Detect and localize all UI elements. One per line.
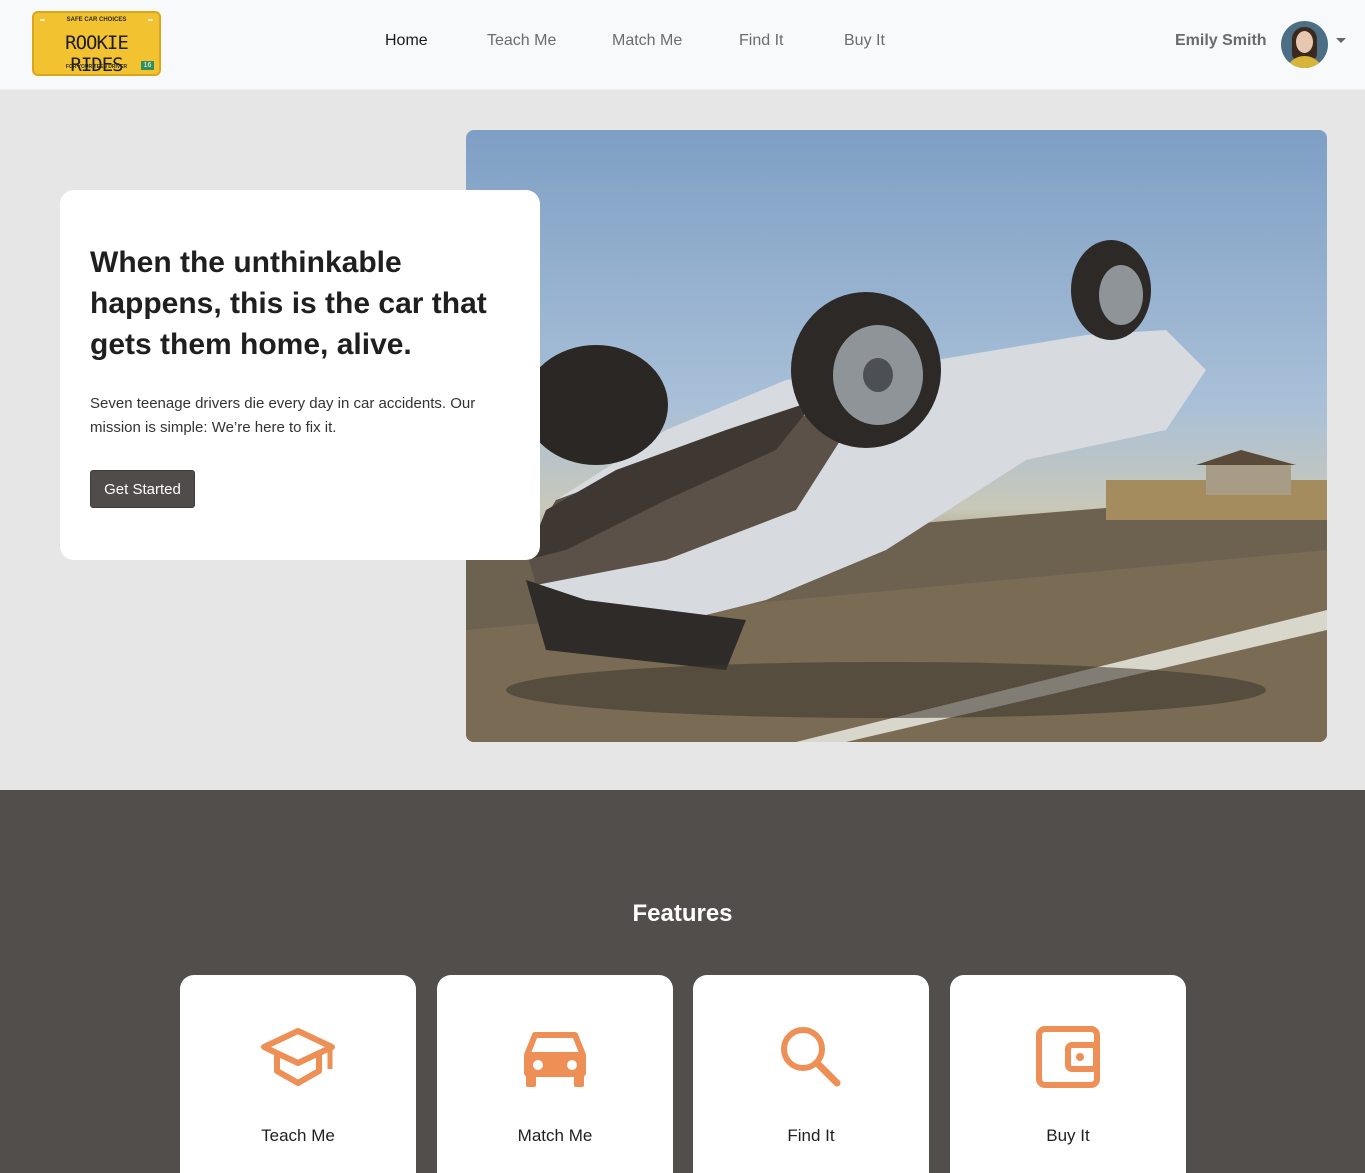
get-started-button[interactable]: Get Started [90,470,195,508]
user-avatar[interactable] [1281,21,1328,68]
feature-card-find-it[interactable]: Find It [693,975,929,1173]
caret-down-icon[interactable] [1336,38,1346,43]
features-section: Features Teach Me Match Me Find It Buy I… [0,790,1365,1173]
hero-card: When the unthinkable happens, this is th… [60,190,540,560]
nav-buy-it[interactable]: Buy It [844,32,885,50]
hero-description: Seven teenage drivers die every day in c… [90,395,476,436]
feature-label: Buy It [1046,1126,1090,1145]
navbar: SAFE CAR CHOICES ROOKIE RIDES FOR YOUR T… [0,0,1365,90]
feature-card-teach-me[interactable]: Teach Me [180,975,416,1173]
overturned-car-image [466,130,1327,742]
features-title: Features [632,900,733,927]
logo-number: 16 [141,61,154,70]
graduation-cap-icon [261,1028,335,1086]
hero-title: When the unthinkable happens, this is th… [90,246,487,361]
logo-tagline-top: SAFE CAR CHOICES [66,17,127,23]
hero-section: When the unthinkable happens, this is th… [0,90,1365,790]
car-icon [524,1032,586,1087]
feature-card-buy-it[interactable]: Buy It [950,975,1186,1173]
avatar-face [1296,31,1313,53]
avatar-shirt [1286,56,1323,68]
nav-match-me[interactable]: Match Me [612,32,682,50]
nav-find-it[interactable]: Find It [739,32,783,50]
car-crash-illustration [466,240,1327,742]
search-icon [781,1027,841,1087]
feature-label: Find It [787,1126,835,1145]
feature-label: Teach Me [261,1126,335,1145]
wallet-icon [1036,1026,1100,1088]
feature-label: Match Me [517,1126,593,1145]
main-nav: Home Teach Me Match Me Find It Buy It [0,32,1365,56]
nav-home[interactable]: Home [385,32,428,50]
feature-card-match-me[interactable]: Match Me [437,975,673,1173]
user-name[interactable]: Emily Smith [1175,32,1267,50]
nav-teach-me[interactable]: Teach Me [487,32,556,50]
